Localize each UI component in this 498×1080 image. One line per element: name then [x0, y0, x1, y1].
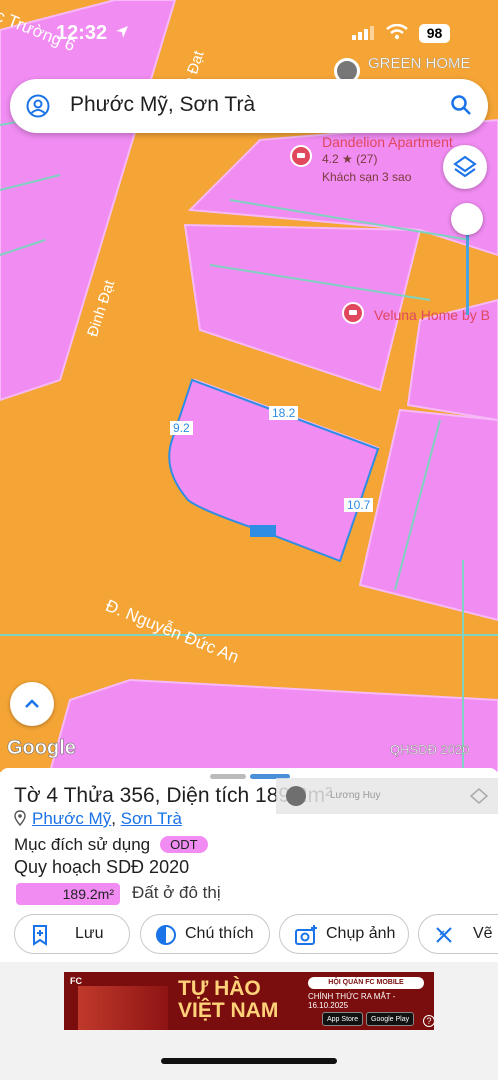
drag-handle[interactable]: [210, 774, 246, 779]
ad-title-line-1: TỰ HÀO: [178, 977, 261, 1000]
poi-name: GREEN HOME: [368, 55, 471, 72]
dimension-label: 18.2: [269, 406, 299, 420]
draw-button[interactable]: Vẽ: [418, 914, 498, 954]
account-icon[interactable]: [26, 94, 50, 118]
poi-category: Khách sạn 3 sao: [322, 170, 412, 184]
ad-brand: FC: [70, 976, 82, 986]
camera-add-icon: [295, 925, 317, 945]
legend-label: Chú thích: [185, 925, 254, 942]
layers-icon: [453, 155, 477, 178]
location-arrow-icon: [116, 26, 128, 38]
separator: ,: [111, 809, 121, 828]
parcel-marker: [250, 525, 276, 537]
capture-label: Chụp ảnh: [326, 925, 396, 942]
status-time: 12:32: [56, 22, 108, 44]
poi-name: Veluna Home by B: [374, 307, 490, 323]
land-use-line: Mục đích sử dụng ODT: [14, 835, 208, 855]
area-description: Đất ở đô thị: [132, 883, 221, 902]
battery-indicator: 98: [419, 24, 450, 43]
dimension-label: 10.7: [344, 498, 374, 512]
district-link[interactable]: Sơn Trà: [121, 809, 182, 828]
ad-title: TỰ HÀO VIỆT NAM: [178, 978, 278, 1022]
land-use-label: Mục đích sử dụng: [14, 835, 151, 854]
search-query[interactable]: Phước Mỹ, Sơn Trà: [70, 93, 255, 117]
search-icon[interactable]: [450, 94, 472, 116]
watermark-overlay: Lương Huy: [276, 778, 498, 814]
action-bar: Lưu Chú thích Chụp ảnh Vẽ: [0, 914, 498, 956]
hotel-pin-icon[interactable]: [342, 302, 364, 324]
opacity-slider-handle[interactable]: [451, 203, 483, 235]
legend-button[interactable]: Chú thích: [140, 914, 270, 954]
ad-title-line-2: VIỆT NAM: [178, 999, 279, 1022]
land-use-code-badge: ODT: [160, 836, 208, 853]
location-line: Phước Mỹ, Sơn Trà: [14, 809, 182, 829]
hotel-pin-icon[interactable]: [290, 145, 312, 167]
block-left-top: [0, 0, 177, 402]
layers-button[interactable]: [443, 145, 487, 189]
area-value-badge: 189.2m²: [16, 883, 120, 905]
ad-area: FC TỰ HÀO VIỆT NAM HỘI QUÁN FC MOBILE CHÍ…: [0, 962, 498, 1080]
expand-up-button[interactable]: [10, 682, 54, 726]
draw-label: Vẽ: [473, 925, 493, 942]
google-play-badge[interactable]: Google Play: [366, 1012, 415, 1026]
ad-banner[interactable]: FC TỰ HÀO VIỆT NAM HỘI QUÁN FC MOBILE CHÍ…: [64, 972, 434, 1030]
ad-players-image: [78, 986, 168, 1030]
poi-name: Dandelion Apartment: [322, 134, 453, 150]
signal-icon: [352, 26, 374, 40]
app-store-badge[interactable]: App Store: [322, 1012, 364, 1026]
poi-rating: 4.2 ★ (27): [322, 152, 378, 166]
map-attribution: QHSDĐ 2020: [390, 742, 470, 757]
dimension-label: 9.2: [170, 421, 193, 435]
ad-subtitle: CHÍNH THỨC RA MẮT - 16.10.2025: [308, 992, 396, 1010]
screen: c Trường 6 h Đạt Đinh Đạt Đ. Nguyễn Đức …: [0, 0, 498, 1080]
google-logo: Google: [7, 737, 76, 760]
ad-tag: HỘI QUÁN FC MOBILE: [308, 977, 424, 989]
save-button[interactable]: Lưu: [14, 914, 130, 954]
bookmark-add-icon: [33, 925, 47, 946]
avatar: [286, 786, 306, 806]
search-bar[interactable]: Phước Mỹ, Sơn Trà: [10, 79, 488, 133]
ruler-pencil-icon: [436, 927, 452, 943]
logo-icon: [470, 788, 488, 804]
location-pin-icon: [14, 810, 26, 826]
save-label: Lưu: [75, 925, 104, 942]
ward-link[interactable]: Phước Mỹ: [32, 809, 111, 828]
block-bottom: [48, 678, 498, 772]
ad-info-icon[interactable]: ?: [423, 1015, 434, 1027]
home-indicator[interactable]: [161, 1058, 337, 1064]
wifi-icon: [386, 24, 408, 40]
capture-button[interactable]: Chụp ảnh: [279, 914, 409, 954]
plan-label: Quy hoạch SDĐ 2020: [14, 857, 190, 877]
parcel-info-panel: Tờ 4 Thửa 356, Diện tích 189.2m² Lương H…: [0, 768, 498, 1080]
watermark-text: Lương Huy: [330, 790, 381, 801]
contrast-icon: [156, 925, 176, 945]
block-right-2: [358, 408, 498, 622]
chevron-up-icon: [25, 699, 39, 708]
status-bar: 12:32 98: [0, 18, 498, 52]
